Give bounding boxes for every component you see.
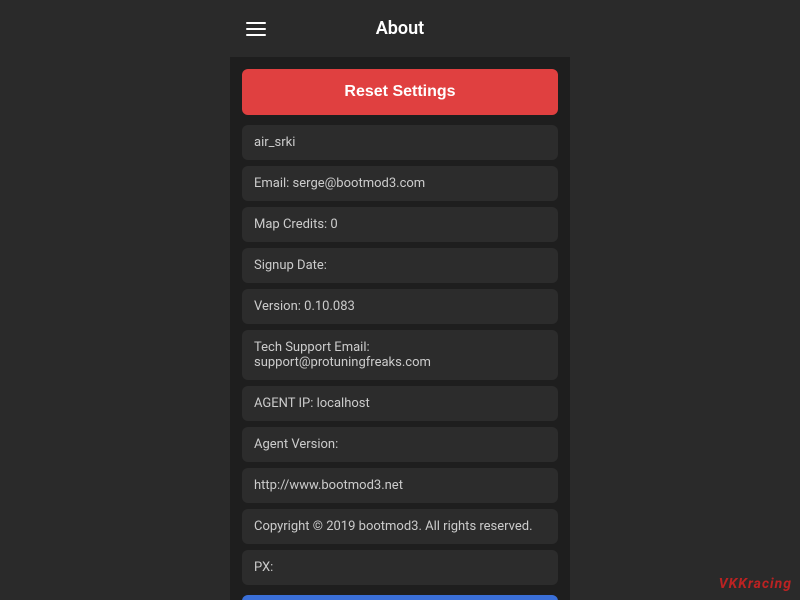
update-contact-email-button[interactable]: Update Contact Email [242, 595, 558, 600]
info-row-px: PX: [242, 550, 558, 585]
menu-icon[interactable] [246, 22, 266, 36]
phone-panel: About Reset Settings air_srki Email: ser… [230, 0, 570, 600]
reset-settings-button[interactable]: Reset Settings [242, 69, 558, 115]
info-row-signup-date: Signup Date: [242, 248, 558, 283]
page-title: About [376, 18, 424, 39]
outer-container: About Reset Settings air_srki Email: ser… [0, 0, 800, 600]
info-row-version: Version: 0.10.083 [242, 289, 558, 324]
info-row-tech-support-email: Tech Support Email: support@protuningfre… [242, 330, 558, 380]
info-row-map-credits: Map Credits: 0 [242, 207, 558, 242]
watermark: VKKracing [719, 576, 792, 592]
info-row-agent-ip: AGENT IP: localhost [242, 386, 558, 421]
info-row-agent-version: Agent Version: [242, 427, 558, 462]
info-row-username: air_srki [242, 125, 558, 160]
content-area: Reset Settings air_srki Email: serge@boo… [230, 57, 570, 600]
header: About [230, 0, 570, 57]
info-row-copyright: Copyright © 2019 bootmod3. All rights re… [242, 509, 558, 544]
info-row-website: http://www.bootmod3.net [242, 468, 558, 503]
info-row-email: Email: serge@bootmod3.com [242, 166, 558, 201]
